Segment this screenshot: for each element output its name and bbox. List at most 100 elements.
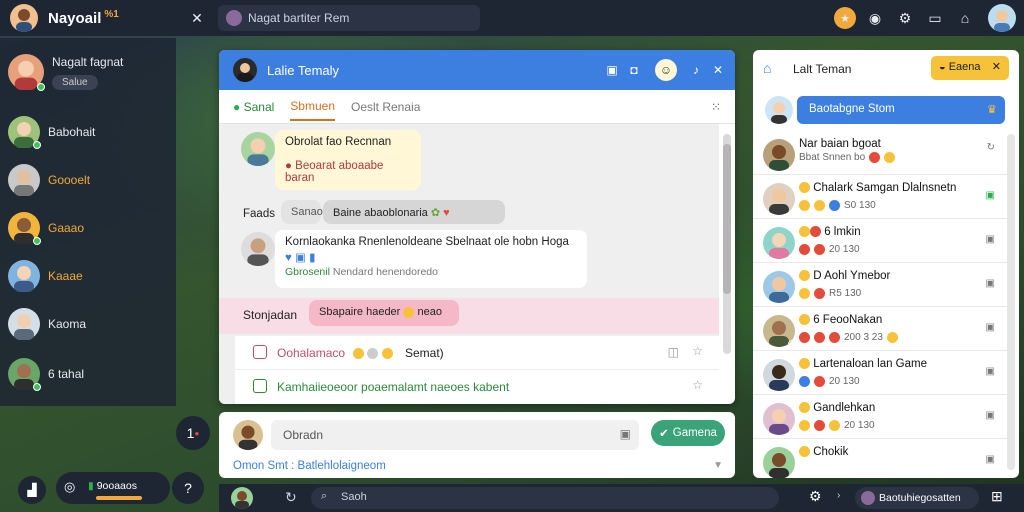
help-icon[interactable]: ? (172, 472, 204, 504)
list-item[interactable]: Gandlehkan 20 130 ▣ (753, 396, 1007, 439)
avatar (763, 183, 795, 215)
avatar (861, 491, 875, 505)
list-item[interactable]: Chalark Samgan Dlalnsnetn S0 130 ▣ (753, 176, 1007, 219)
sidebar-item-2[interactable]: Goooelt (8, 164, 90, 196)
palette-icon[interactable]: ◉ (864, 7, 886, 29)
refresh-icon[interactable]: ↻ (285, 489, 297, 506)
chevron-down-icon[interactable]: ▼ (713, 460, 723, 471)
grid-icon[interactable]: ⁙ (711, 100, 721, 114)
emoji-icon[interactable]: ☺ (655, 59, 677, 81)
avatar[interactable] (231, 487, 253, 509)
audio-icon[interactable]: ◫ (668, 345, 679, 359)
contact-sub-text: S0 130 (844, 200, 876, 211)
contact-scrollbar[interactable] (1007, 134, 1015, 470)
bookmark-icon[interactable]: ▣ (601, 59, 623, 81)
sidebar-item-1[interactable]: Babohait (8, 116, 96, 149)
layout-icon[interactable]: ⊞ (991, 488, 1003, 505)
count-badge[interactable]: 1 ● (176, 416, 210, 450)
contact-list: Nar baian bgoat Bbat Snnen bo ↻ Chalark … (753, 132, 1019, 478)
document-icon[interactable] (253, 379, 267, 393)
tag-chip[interactable]: ◒ Eaena ✕ (931, 56, 1009, 80)
app-title-text: Nayoail (48, 10, 102, 27)
avatar (763, 139, 795, 171)
list-item[interactable]: 6 FeooNakan 200 3 23 ▣ (753, 308, 1007, 351)
contact-sub-text: Bbat Snnen bo (799, 152, 866, 163)
pill-text: Sbapaire haeder (319, 306, 401, 318)
chat-tabs: ● Sanal Sbmuen Oeslt Renaia ⁙ (219, 90, 735, 124)
top-search-field[interactable]: Nagat bartiter Rem (218, 5, 480, 31)
sidebar-item-3[interactable]: Gaaao (8, 212, 84, 245)
camera-icon[interactable]: ◘ (623, 59, 645, 81)
check-icon: ✔ (659, 428, 669, 440)
profile-avatar[interactable] (988, 4, 1016, 32)
refresh-icon[interactable]: ↻ (987, 142, 995, 153)
chat-panel: Lalie Temaly ▣ ◘ ☺ ♪ ✕ ● Sanal Sbmuen Oe… (219, 50, 735, 404)
list-item[interactable]: Lartenaloan lan Game 20 130 ▣ (753, 352, 1007, 395)
send-button[interactable]: ✔ Gamena (651, 420, 725, 446)
home-icon[interactable]: ⌂ (954, 7, 976, 29)
avatar (8, 212, 41, 245)
gear-icon[interactable]: ⚙ (809, 488, 822, 505)
avatar (241, 132, 275, 166)
contact-name-wrap: D Aohl Ymebor (799, 270, 890, 282)
close-icon[interactable]: ✕ (186, 7, 208, 29)
star-icon[interactable]: ☆ (692, 378, 703, 392)
contact-name: Gandlehkan (813, 402, 876, 414)
notification-icon[interactable]: ★ (834, 7, 856, 29)
tab-renaia[interactable]: Oeslt Renaia (351, 94, 420, 120)
message-pill[interactable]: Baine abaoblonaria ✿ ♥ (323, 200, 505, 224)
chat-icon: ◎ (64, 479, 76, 494)
mic-icon[interactable]: ♪ (685, 59, 707, 81)
profile-chip-text: Baotuhiegosatten (879, 492, 961, 504)
contact-sub-text: 20 130 (829, 244, 860, 255)
top-search-text: Nagat bartiter Rem (248, 11, 350, 25)
user-avatar[interactable] (10, 4, 38, 32)
chat-scrollbar[interactable] (723, 134, 731, 354)
profile-chip[interactable]: Baotuhiegosatten (855, 487, 979, 509)
app-title: Nayoail %1 (48, 9, 119, 27)
list-item[interactable]: Chokik ▣ (753, 440, 1007, 478)
attach-icon[interactable]: ▣ (620, 427, 631, 441)
message-icon[interactable]: ▣ (986, 190, 995, 201)
list-item[interactable]: 6 lmkin 20 130 ▣ (753, 220, 1007, 263)
list-item[interactable]: Nar baian bgoat Bbat Snnen bo ↻ (753, 132, 1007, 175)
message-icon[interactable]: ▣ (986, 322, 995, 333)
home-icon[interactable]: ⌂ (763, 60, 771, 76)
sidebar-item-0[interactable]: Nagalt fagnat Salue (8, 54, 123, 91)
sidebar-item-label: Babohait (48, 125, 96, 139)
list-item[interactable]: D Aohl Ymebor R5 130 ▣ (753, 264, 1007, 307)
message-pill[interactable]: Sbapaire haeder neao (309, 300, 459, 326)
sidebar-item-6[interactable]: 6 tahal (8, 358, 85, 391)
search-button[interactable]: Baotabgne Stom ♛ (797, 96, 1005, 124)
sidebar-item-5[interactable]: Kaoma (8, 308, 86, 340)
sidebar-item-4[interactable]: Kaaae (8, 260, 83, 292)
tab-sanal[interactable]: ● Sanal (233, 94, 274, 120)
right-panel-title: Lalt Teman (793, 62, 852, 76)
message-icon[interactable]: ▣ (986, 410, 995, 421)
message-pill[interactable]: Sanao (281, 200, 323, 224)
chevron-right-icon: › (837, 490, 841, 501)
status-pill[interactable]: ◎ ▮ 9ooaaos (56, 472, 170, 504)
message-icon[interactable]: ▣ (986, 234, 995, 245)
message-input[interactable]: Obradn ▣ (271, 420, 639, 450)
list-row[interactable]: Oohalamaco Semat) ◫ ☆ (235, 336, 719, 370)
message-icon[interactable]: ▣ (986, 454, 995, 465)
avatar (763, 403, 795, 435)
message-icon[interactable]: ▣ (986, 366, 995, 377)
close-icon[interactable]: ✕ (992, 60, 1001, 73)
bottom-search-field[interactable]: ⌕ Saoh (311, 487, 779, 509)
contact-name: Chokik (813, 446, 849, 458)
tab-sbmuen[interactable]: Sbmuen (290, 93, 335, 121)
checkbox-icon[interactable] (253, 345, 267, 359)
message-bubble[interactable]: Kornlaokanka Rnenlenoldeane Sbelnaat ole… (275, 230, 587, 288)
close-icon[interactable]: ✕ (707, 59, 729, 81)
sidebar-item-label: 6 tahal (48, 367, 85, 381)
gear-icon[interactable]: ⚙ (894, 7, 916, 29)
message-bubble[interactable]: Obrolat fao Recnnan ● Beoarat aboaabe ba… (275, 130, 421, 190)
message-icon[interactable]: ▣ (986, 278, 995, 289)
star-icon[interactable]: ☆ (692, 344, 703, 358)
list-row[interactable]: Kamhaiieoeoor poaemalamt naeoes kabent ☆ (235, 370, 719, 404)
bag-icon[interactable]: ▟ (18, 476, 46, 504)
compose-status: Omon Smt : Batlehlolaigneom (233, 460, 386, 472)
window-icon[interactable]: ▭ (924, 7, 946, 29)
